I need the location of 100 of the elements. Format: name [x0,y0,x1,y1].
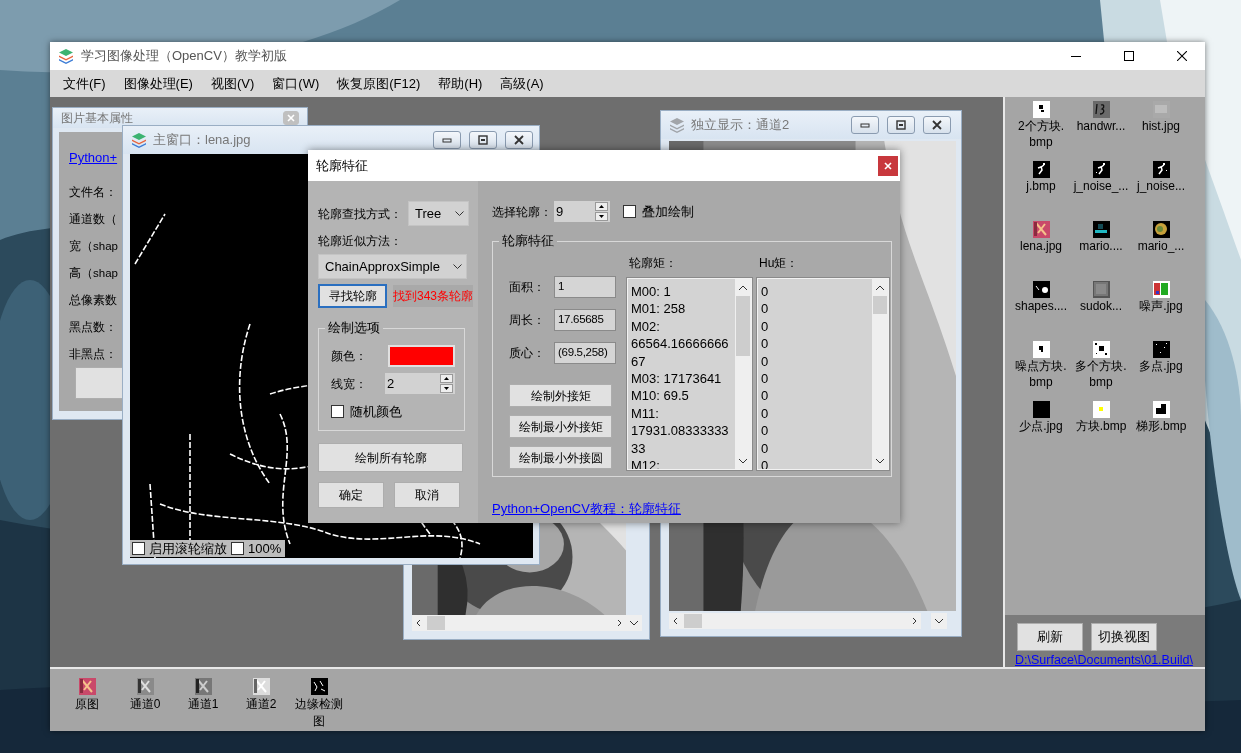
refresh-button[interactable]: 刷新 [1017,623,1083,651]
list-item: 0 [761,370,770,388]
thumbnail-icon[interactable] [136,678,154,695]
file-name[interactable]: 多点.jpg [1139,359,1183,374]
list-item: 0 [761,317,770,336]
thumbnail-label[interactable]: 边缘检测 [295,696,343,712]
file-name[interactable]: bmp [1029,375,1053,390]
file-name[interactable]: lena.jpg [1019,239,1062,254]
file-name[interactable]: j_noise... [1137,179,1185,194]
number-field[interactable]: 9 [554,201,610,222]
minimize-button[interactable] [433,131,461,149]
menu-item[interactable]: 图像处理(E) [114,73,202,94]
close-button[interactable] [923,116,951,134]
draw-button[interactable]: 绘制最小外接圆 [509,446,612,469]
thumbnail-label[interactable]: 通道0 [129,696,161,712]
readonly-field[interactable]: 17.65685 [554,309,616,331]
list-item: 17931.08333333 [631,422,730,440]
file-name[interactable]: shapes.... [1015,299,1067,314]
thumbnail-icon[interactable] [194,678,212,695]
close-icon [512,134,526,146]
thumbnail-icon[interactable] [1032,341,1050,358]
scrollbar[interactable] [669,613,921,629]
scrollbar[interactable] [412,615,626,631]
list-item: 0 [761,283,770,301]
checkbox-label[interactable]: 叠加绘制 [642,201,694,222]
file-name[interactable]: bmp [1029,135,1053,150]
list-item: M01: 258 [631,300,687,318]
close-button[interactable] [505,131,533,149]
thumbnail-icon[interactable] [1092,341,1110,358]
thumbnail-icon[interactable] [1152,281,1170,298]
file-name[interactable]: j.bmp [1026,179,1056,194]
thumbnail-icon[interactable] [1092,281,1110,298]
list-item: 0 [761,387,770,405]
field-label: 宽（shap [69,239,119,254]
file-name[interactable]: 方块.bmp [1075,419,1127,434]
file-name[interactable]: 梯形.bmp [1135,419,1187,434]
thumbnail-icon[interactable] [1032,101,1050,118]
field-label: 高（shap [69,266,119,281]
thumbnail-icon[interactable] [78,678,96,695]
list-item: 0 [761,404,770,423]
menu-item[interactable]: 窗口(W) [263,73,329,94]
thumbnail-icon[interactable] [310,678,328,695]
restore-icon [894,119,908,131]
thumbnail-icon[interactable] [1152,401,1170,418]
link[interactable]: Python+OpenCV教程：轮廓特征 [492,499,681,519]
readonly-field[interactable]: 1 [554,276,616,298]
file-name[interactable]: sudok... [1080,299,1122,314]
file-name[interactable]: 2个方块. [1018,119,1064,134]
list-item: M11: [631,404,660,423]
thumbnail-icon[interactable] [1092,401,1110,418]
thumbnail-icon[interactable] [1032,221,1050,238]
file-name[interactable]: 少点.jpg [1019,419,1063,434]
thumbnail-icon[interactable] [1092,161,1110,178]
close-button[interactable] [878,155,898,176]
menu-item[interactable]: 高级(A) [491,73,553,94]
thumbnail-icon[interactable] [1152,221,1170,238]
thumbnail-icon[interactable] [1032,161,1050,178]
field-label: 黑点数： [69,320,118,335]
close-icon [930,119,944,131]
thumbnail-icon[interactable] [1092,101,1110,118]
window-title: 学习图像处理（OpenCV）教学初版 [81,47,288,66]
thumbnail-icon[interactable] [1152,161,1170,178]
draw-button[interactable]: 绘制最小外接矩 [509,415,612,438]
thumbnail-label[interactable]: 通道1 [187,696,219,712]
scrollbar[interactable] [872,279,888,469]
file-name[interactable]: handwr... [1076,119,1126,134]
thumbnail-icon[interactable] [1032,401,1050,418]
file-name[interactable]: mario.... [1079,239,1123,254]
thumbnail-label[interactable]: 图 [313,713,325,729]
scroll-down-icon[interactable] [626,615,642,631]
file-name[interactable]: 噪点方块. [1015,359,1067,374]
file-name[interactable]: mario_... [1137,239,1185,254]
scrollbar[interactable] [735,279,751,469]
link[interactable]: Python+ [69,150,118,165]
thumbnail-icon[interactable] [1152,341,1170,358]
file-name[interactable]: hist.jpg [1142,119,1180,134]
minimize-button[interactable] [851,116,879,134]
menu-item[interactable]: 帮助(H) [429,73,492,94]
file-name[interactable]: 多个方块. [1075,359,1127,374]
app-icon [58,48,74,64]
thumbnail-icon[interactable] [252,678,270,695]
readonly-field[interactable]: (69.5,258) [554,342,616,364]
restore-button[interactable] [887,116,915,134]
scroll-down-icon[interactable] [931,613,947,629]
file-name[interactable]: 噪声.jpg [1139,299,1183,314]
menu-item[interactable]: 视图(V) [201,73,264,94]
file-name[interactable]: j_noise_... [1073,179,1129,194]
switch-view-button[interactable]: 切换视图 [1091,623,1157,651]
thumbnail-label[interactable]: 原图 [75,696,99,712]
restore-button[interactable] [469,131,497,149]
file-name[interactable]: bmp [1089,375,1113,390]
close-icon [1177,51,1187,61]
thumbnail-icon[interactable] [1032,281,1050,298]
checkbox[interactable] [623,205,636,218]
draw-button[interactable]: 绘制外接矩 [509,384,612,407]
menu-item[interactable]: 文件(F) [54,73,115,94]
menu-item[interactable]: 恢复原图(F12) [328,73,430,94]
thumbnail-icon[interactable] [1092,221,1110,238]
spin-buttons[interactable] [595,202,608,221]
thumbnail-label[interactable]: 通道2 [245,696,277,712]
